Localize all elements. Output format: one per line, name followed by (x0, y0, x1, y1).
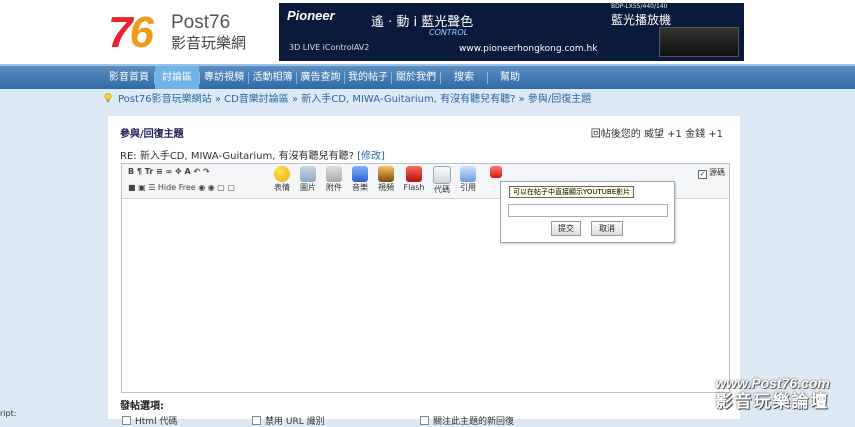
source-checkbox[interactable]: ✓ (698, 170, 707, 179)
nav-item-forum[interactable]: 討論區 (155, 66, 199, 89)
site-header: 76 Post76 影音玩樂網 BDP-LX55/440/140 Pioneer… (0, 0, 855, 64)
site-logo[interactable]: 76 Post76 影音玩樂網 (108, 10, 278, 56)
option-html-code[interactable]: Html 代碼 (122, 414, 177, 427)
image-button[interactable]: 圖片 (294, 166, 322, 193)
edit-subject-link[interactable]: [修改] (357, 151, 385, 162)
youtube-button[interactable] (482, 166, 510, 178)
reply-panel: 參與/回復主題 回帖後您的 威望 +1 金錢 +1 RE: 新入手CD, MIW… (108, 116, 740, 427)
option-watch-replies[interactable]: 關注此主題的新回復 (420, 414, 514, 427)
bluray-player-image (659, 27, 739, 57)
banner-tagline: CONTROL (429, 28, 469, 37)
banner-url: www.pioneerhongkong.com.hk (459, 44, 598, 54)
music-button[interactable]: 音樂 (346, 166, 374, 193)
subject-text: RE: 新入手CD, MIWA-Guitarium, 有沒有聽兒有聽? (120, 151, 358, 162)
image-icon (300, 166, 316, 182)
nav-item-help[interactable]: 幫助 (488, 66, 532, 89)
watermark-chinese: 影音玩樂論壇 (715, 392, 830, 412)
site-watermark: www.Post76.com 影音玩樂論壇 (690, 375, 855, 413)
code-button[interactable]: 代碼 (428, 166, 456, 195)
nav-item-search[interactable]: 搜索 (441, 66, 487, 89)
logo-chinese-name: 影音玩樂網 (171, 34, 247, 52)
code-icon (433, 166, 451, 184)
attachment-button[interactable]: 附件 (320, 166, 348, 193)
status-text: ript: (0, 409, 17, 418)
submit-button[interactable]: 提交 (551, 221, 581, 236)
quote-button[interactable]: 引用 (454, 166, 482, 193)
reply-subject: RE: 新入手CD, MIWA-Guitarium, 有沒有聽兒有聽? [修改] (120, 147, 385, 162)
main-nav: 影音首頁 討論區 專訪視頻 活動相簿 廣告查詢 我的帖子 關於我們 搜索 幫助 (0, 64, 855, 89)
youtube-tooltip: 可以在帖子中直接顯示YOUTUBE影片 (509, 186, 635, 198)
cancel-button[interactable]: 取消 (591, 221, 623, 236)
page-title: 參與/回復主題 (120, 129, 184, 140)
youtube-url-input[interactable] (508, 204, 668, 217)
banner-model: BDP-LX55/440/140 (611, 3, 668, 10)
reward-info: 回帖後您的 威望 +1 金錢 +1 (590, 129, 723, 140)
breadcrumb: Post76影音玩樂網站 » CD音樂討論區 » 新入手CD, MIWA-Gui… (104, 93, 591, 107)
logo-number: 76 (108, 8, 154, 57)
advert-banner[interactable]: BDP-LX55/440/140 Pioneer 遙 · 動 i 藍光聲色 CO… (279, 3, 744, 61)
post-options-label: 發帖選項: (120, 401, 164, 412)
youtube-insert-dialog: 可以在帖子中直接顯示YOUTUBE影片 提交 取消 (500, 181, 675, 243)
nav-item-about[interactable]: 關於我們 (392, 66, 440, 89)
nav-item-ads[interactable]: 廣告查詢 (297, 66, 344, 89)
banner-brand: Pioneer (287, 8, 335, 23)
quote-icon (460, 166, 476, 182)
option-checkbox[interactable] (252, 416, 261, 425)
format-toolbar-row-1[interactable]: B ¶ Tr ≡ ∞ ✥ A ↶ ↷ (128, 167, 210, 176)
music-note-icon (352, 166, 368, 182)
lightbulb-icon (104, 93, 112, 103)
source-mode-toggle[interactable]: ✓ 源碼 (698, 167, 725, 179)
flash-icon (406, 166, 422, 182)
paperclip-icon (326, 166, 342, 182)
source-label: 源碼 (709, 168, 725, 177)
watermark-url: www.Post76.com (715, 375, 830, 391)
nav-item-interviews[interactable]: 專訪視頻 (200, 66, 248, 89)
banner-product: 藍光播放機 (611, 13, 672, 27)
format-toolbar-row-2[interactable]: ■ ▣ ☰ Hide Free ◉ ◉ ▢ ▢ (128, 183, 235, 192)
breadcrumb-path[interactable]: Post76影音玩樂網站 » CD音樂討論區 » 新入手CD, MIWA-Gui… (118, 94, 591, 105)
nav-item-my-posts[interactable]: 我的帖子 (345, 66, 391, 89)
nav-item-albums[interactable]: 活動相簿 (249, 66, 296, 89)
youtube-icon (490, 166, 502, 178)
video-icon (378, 166, 394, 182)
flash-button[interactable]: Flash (400, 166, 428, 193)
banner-logos: 3D LIVE iControlAV2 (289, 43, 370, 52)
option-checkbox[interactable] (122, 416, 131, 425)
smiley-icon (274, 166, 290, 182)
post-editor[interactable]: B ¶ Tr ≡ ∞ ✥ A ↶ ↷ ■ ▣ ☰ Hide Free ◉ ◉ ▢… (121, 163, 730, 393)
logo-brand: Post76 (171, 12, 231, 33)
video-button[interactable]: 視頻 (372, 166, 400, 193)
option-disable-url[interactable]: 禁用 URL 識別 (252, 414, 325, 427)
emoticon-button[interactable]: 表情 (268, 166, 296, 193)
nav-item-home[interactable]: 影音首頁 (104, 66, 154, 89)
option-checkbox[interactable] (420, 416, 429, 425)
